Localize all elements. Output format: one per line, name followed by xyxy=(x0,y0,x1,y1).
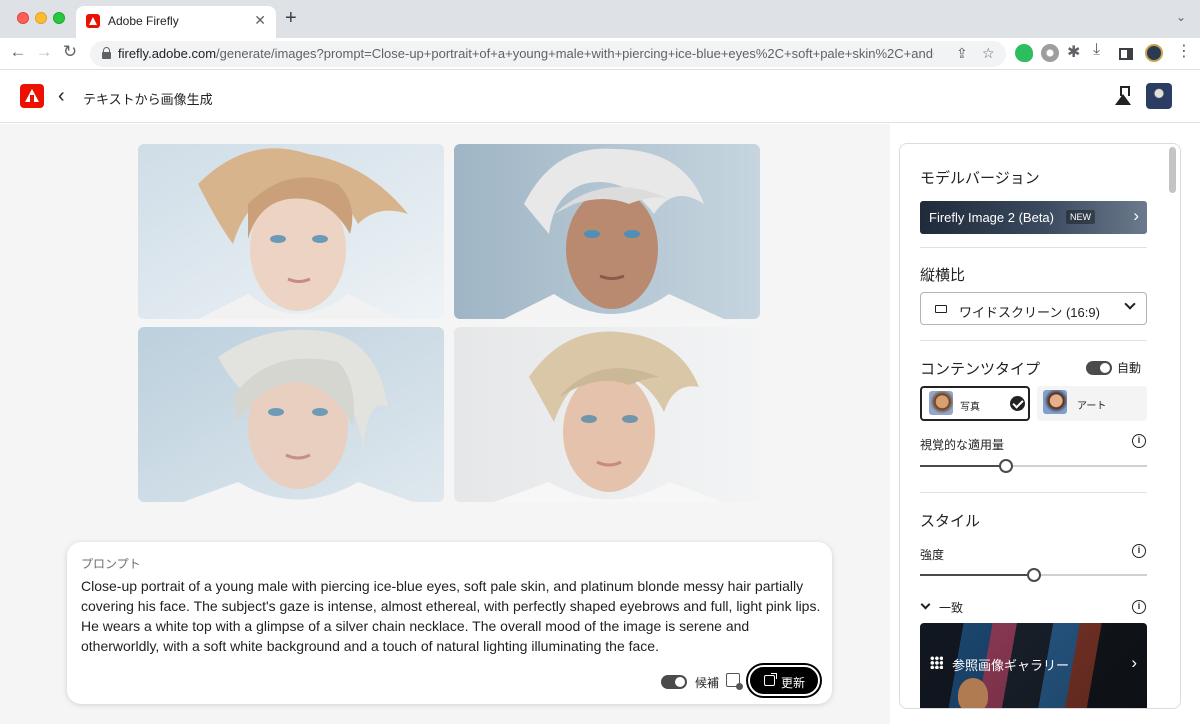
page-title: テキストから画像生成 xyxy=(83,92,213,107)
back-chevron-icon[interactable]: ‹ xyxy=(58,84,65,108)
tab-close-icon[interactable]: ✕ xyxy=(254,12,266,29)
visual-intensity-label: 視覚的な適用量 xyxy=(920,438,1005,452)
photo-thumbnail xyxy=(929,391,953,415)
strength-label: 強度 xyxy=(920,548,945,562)
more-menu-icon[interactable]: ⋮ xyxy=(1176,41,1194,60)
model-version-button[interactable]: Firefly Image 2 (Beta) NEW › xyxy=(920,201,1147,234)
browser-tab-bar: Adobe Firefly ✕ + ⌄ xyxy=(0,0,1200,38)
gear-extension-icon[interactable] xyxy=(1041,44,1059,62)
checkmark-icon xyxy=(1010,396,1025,411)
chevron-down-icon xyxy=(1124,298,1136,310)
window-zoom-button[interactable] xyxy=(53,12,65,24)
reference-gallery-label: 参照画像ギャラリー xyxy=(952,658,1070,673)
browser-toolbar: ← → ↻ firefly.adobe.com/generate/images?… xyxy=(0,38,1200,70)
refresh-button-label: 更新 xyxy=(781,676,806,690)
grid-icon xyxy=(930,656,943,669)
content-type-heading: コンテンツタイプ xyxy=(920,361,1041,378)
generated-image-4[interactable] xyxy=(454,327,760,502)
suggestions-label: 候補 xyxy=(695,676,720,690)
generated-image-3[interactable] xyxy=(138,327,444,502)
lock-icon xyxy=(102,47,111,59)
slider-thumb[interactable] xyxy=(1026,568,1041,582)
auto-label: 自動 xyxy=(1117,361,1142,375)
prompt-label: プロンプト xyxy=(81,557,141,571)
address-bar[interactable]: firefly.adobe.com/generate/images?prompt… xyxy=(90,41,1006,67)
info-icon[interactable]: i xyxy=(1132,600,1146,614)
content-type-art[interactable]: アート xyxy=(1037,386,1147,421)
portrait-image xyxy=(454,144,760,319)
url-path: /generate/images?prompt=Close-up+portrai… xyxy=(216,46,934,61)
style-heading: スタイル xyxy=(920,513,981,530)
window-close-button[interactable] xyxy=(17,12,29,24)
widescreen-icon xyxy=(935,305,947,313)
adobe-favicon-icon xyxy=(86,14,100,28)
refresh-icon xyxy=(764,673,777,686)
new-badge: NEW xyxy=(1066,210,1095,224)
generated-image-1[interactable] xyxy=(138,144,444,319)
settings-panel: モデルバージョン Firefly Image 2 (Beta) NEW › 縦横… xyxy=(899,143,1181,709)
suggestions-toggle[interactable] xyxy=(661,675,687,689)
url-text[interactable]: firefly.adobe.com/generate/images?prompt… xyxy=(118,46,934,61)
evernote-extension-icon[interactable] xyxy=(1015,44,1033,62)
back-arrow-icon[interactable]: ← xyxy=(6,42,30,62)
beta-flask-icon[interactable] xyxy=(1115,86,1131,106)
content-type-photo[interactable]: 写真 xyxy=(920,386,1030,421)
aspect-ratio-heading: 縦横比 xyxy=(920,267,966,284)
chevron-down-icon[interactable] xyxy=(920,599,931,610)
slider-fill xyxy=(920,574,1034,576)
share-icon[interactable]: ⇪ xyxy=(956,45,968,62)
forward-arrow-icon[interactable]: → xyxy=(32,42,56,62)
portrait-image xyxy=(454,327,760,502)
download-icon[interactable]: ⤓ xyxy=(1093,41,1111,59)
url-host: firefly.adobe.com xyxy=(118,46,217,61)
strength-slider[interactable] xyxy=(920,568,1147,582)
main-canvas: プロンプト Close-up portrait of a young male … xyxy=(0,124,890,724)
window-minimize-button[interactable] xyxy=(35,12,47,24)
side-panel-icon[interactable] xyxy=(1119,48,1133,60)
prompt-input[interactable]: Close-up portrait of a young male with p… xyxy=(81,576,821,656)
refresh-button[interactable]: 更新 xyxy=(748,665,820,696)
app-header: ‹ テキストから画像生成 xyxy=(0,71,1200,123)
content-type-art-label: アート xyxy=(1077,401,1107,412)
panel-scrollbar[interactable] xyxy=(1169,147,1176,193)
portrait-image xyxy=(138,144,444,319)
match-label[interactable]: 一致 xyxy=(939,599,963,616)
suggestion-settings-icon[interactable] xyxy=(726,673,743,690)
divider xyxy=(920,340,1147,341)
browser-tab[interactable]: Adobe Firefly ✕ xyxy=(76,6,276,38)
tab-search-chevron-icon[interactable]: ⌄ xyxy=(1176,10,1186,24)
art-thumbnail xyxy=(1043,390,1067,414)
aspect-ratio-value: ワイドスクリーン (16:9) xyxy=(959,305,1100,320)
divider xyxy=(920,492,1147,493)
reference-gallery-button[interactable]: 参照画像ギャラリー › xyxy=(920,623,1147,708)
bookmark-star-icon[interactable]: ☆ xyxy=(982,45,995,62)
auto-toggle[interactable] xyxy=(1086,361,1112,375)
prompt-card: プロンプト Close-up portrait of a young male … xyxy=(67,542,832,704)
slider-thumb[interactable] xyxy=(999,459,1014,473)
generated-image-2[interactable] xyxy=(454,144,760,319)
user-avatar[interactable] xyxy=(1146,83,1172,109)
divider xyxy=(920,247,1147,248)
aspect-ratio-select[interactable]: ワイドスクリーン (16:9) xyxy=(920,292,1147,325)
portrait-image xyxy=(138,327,444,502)
content-type-photo-label: 写真 xyxy=(960,402,980,413)
info-icon[interactable]: i xyxy=(1132,544,1146,558)
chevron-right-icon: › xyxy=(1133,206,1139,225)
extensions-puzzle-icon[interactable]: ✱ xyxy=(1067,42,1085,61)
info-icon[interactable]: i xyxy=(1132,434,1146,448)
visual-intensity-slider[interactable] xyxy=(920,459,1147,473)
chevron-right-icon: › xyxy=(1131,653,1137,672)
new-tab-icon[interactable]: + xyxy=(285,8,297,28)
profile-avatar-icon[interactable] xyxy=(1145,44,1163,62)
reload-icon[interactable]: ↻ xyxy=(58,42,82,62)
adobe-logo-icon[interactable] xyxy=(20,84,44,108)
model-version-heading: モデルバージョン xyxy=(920,170,1040,187)
model-name: Firefly Image 2 (Beta) xyxy=(929,210,1054,225)
slider-fill xyxy=(920,465,1007,467)
tab-title: Adobe Firefly xyxy=(108,14,179,28)
